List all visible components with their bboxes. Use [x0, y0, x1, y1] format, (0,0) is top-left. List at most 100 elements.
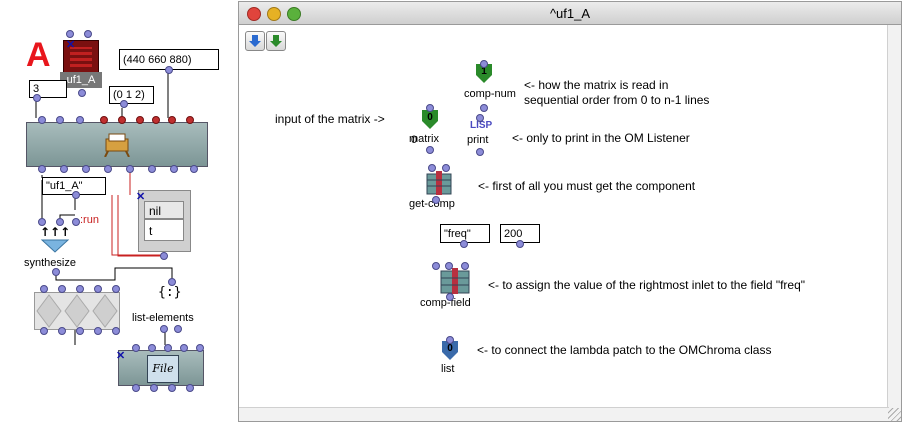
inlet[interactable] — [432, 262, 440, 270]
outlet[interactable] — [126, 165, 134, 173]
inlet[interactable] — [461, 262, 469, 270]
close-x-icon-file[interactable]: ✕ — [116, 349, 125, 362]
inlet[interactable] — [132, 344, 140, 352]
outlet[interactable] — [94, 327, 102, 335]
big-letter-a: A — [26, 36, 51, 74]
inlet[interactable] — [168, 116, 176, 124]
outlet[interactable] — [168, 384, 176, 392]
close-x-icon[interactable]: ✕ — [66, 38, 75, 51]
inlet[interactable] — [40, 285, 48, 293]
inlet[interactable] — [136, 116, 144, 124]
note-comp-num-line1: <- how the matrix is read in — [524, 78, 669, 92]
green-arrow-button[interactable] — [266, 31, 286, 51]
synthesize-icon[interactable]: ↑↑↑ — [38, 224, 72, 254]
inlet[interactable] — [196, 344, 204, 352]
horizontal-scrollbar[interactable] — [239, 407, 889, 421]
outlet[interactable] — [426, 146, 434, 154]
inlet[interactable] — [58, 285, 66, 293]
inlet[interactable] — [180, 344, 188, 352]
outlet[interactable] — [40, 327, 48, 335]
inlet[interactable] — [446, 336, 454, 344]
inlet[interactable] — [38, 116, 46, 124]
outlet[interactable] — [446, 293, 454, 301]
inlet[interactable] — [66, 30, 74, 38]
inlet[interactable] — [84, 30, 92, 38]
matrix-label-text: matrix — [409, 133, 439, 145]
outlet[interactable] — [132, 384, 140, 392]
outlet[interactable] — [174, 325, 182, 333]
inlet[interactable] — [38, 218, 46, 226]
inlet[interactable] — [442, 164, 450, 172]
inlet[interactable] — [428, 164, 436, 172]
inlet[interactable] — [118, 116, 126, 124]
matrix-arrow-box[interactable]: 0 — [422, 110, 438, 129]
inlet[interactable] — [76, 116, 84, 124]
boolean-menu[interactable]: nil t — [138, 190, 191, 252]
vertical-scrollbar[interactable] — [887, 25, 901, 409]
outlet[interactable] — [58, 327, 66, 335]
close-x-icon-menu[interactable]: ✕ — [136, 190, 145, 203]
comp-field-icon[interactable] — [440, 268, 470, 294]
get-comp-icon[interactable] — [426, 171, 452, 195]
diamond-sequence-box[interactable] — [34, 292, 120, 330]
outlet[interactable] — [165, 66, 173, 74]
outlet[interactable] — [112, 327, 120, 335]
run-keyword[interactable]: :run — [80, 214, 99, 226]
list-label: list — [441, 363, 455, 375]
patch-window[interactable]: ^uf1_A — [238, 1, 902, 422]
outlet[interactable] — [190, 165, 198, 173]
inlet[interactable] — [186, 116, 194, 124]
file-box[interactable]: File — [118, 350, 204, 386]
outlet[interactable] — [38, 165, 46, 173]
inlet[interactable] — [72, 218, 80, 226]
outlet[interactable] — [33, 94, 41, 102]
outlet[interactable] — [78, 89, 86, 97]
outlet[interactable] — [516, 240, 524, 248]
menu-option-nil[interactable]: nil — [144, 201, 184, 219]
title-bar[interactable]: ^uf1_A — [239, 2, 901, 25]
outlet[interactable] — [186, 384, 194, 392]
inlet[interactable] — [168, 278, 176, 286]
outlet[interactable] — [148, 165, 156, 173]
resize-grip[interactable] — [888, 408, 901, 421]
inlet[interactable] — [100, 116, 108, 124]
inlet[interactable] — [56, 218, 64, 226]
window-title: ^uf1_A — [549, 6, 591, 21]
outlet[interactable] — [52, 268, 60, 276]
menu-option-t[interactable]: t — [144, 219, 184, 241]
outlet[interactable] — [104, 165, 112, 173]
outlet[interactable] — [170, 165, 178, 173]
inlet[interactable] — [476, 114, 484, 122]
list-elements-icon[interactable]: {:} — [158, 285, 181, 300]
inlet[interactable] — [94, 285, 102, 293]
outlet[interactable] — [476, 148, 484, 156]
outlet[interactable] — [72, 191, 80, 199]
outlet[interactable] — [432, 196, 440, 204]
comp-field-label: comp-field — [420, 297, 471, 309]
class-box[interactable] — [26, 122, 208, 167]
note-comp-num-line2: sequential order from 0 to n-1 lines — [524, 93, 710, 107]
outlet[interactable] — [82, 165, 90, 173]
inlet[interactable] — [56, 116, 64, 124]
inlet[interactable] — [480, 60, 488, 68]
inlet[interactable] — [76, 285, 84, 293]
outlet[interactable] — [160, 325, 168, 333]
outlet[interactable] — [120, 100, 128, 108]
green-down-arrow-icon — [270, 35, 282, 47]
outlet[interactable] — [76, 327, 84, 335]
inlet[interactable] — [426, 104, 434, 112]
inlet[interactable] — [164, 344, 172, 352]
outlet[interactable] — [150, 384, 158, 392]
outlet[interactable] — [60, 165, 68, 173]
blue-arrow-button[interactable] — [245, 31, 265, 51]
inlet[interactable] — [152, 116, 160, 124]
outlet[interactable] — [160, 252, 168, 260]
outlet[interactable] — [460, 240, 468, 248]
inlet[interactable] — [148, 344, 156, 352]
list-012-box[interactable]: (0 1 2) — [109, 86, 154, 104]
inlet[interactable] — [445, 262, 453, 270]
outlet[interactable] — [480, 104, 488, 112]
note-print: <- only to print in the OM Listener — [512, 131, 690, 145]
inlet[interactable] — [112, 285, 120, 293]
svg-text:0: 0 — [427, 112, 433, 123]
